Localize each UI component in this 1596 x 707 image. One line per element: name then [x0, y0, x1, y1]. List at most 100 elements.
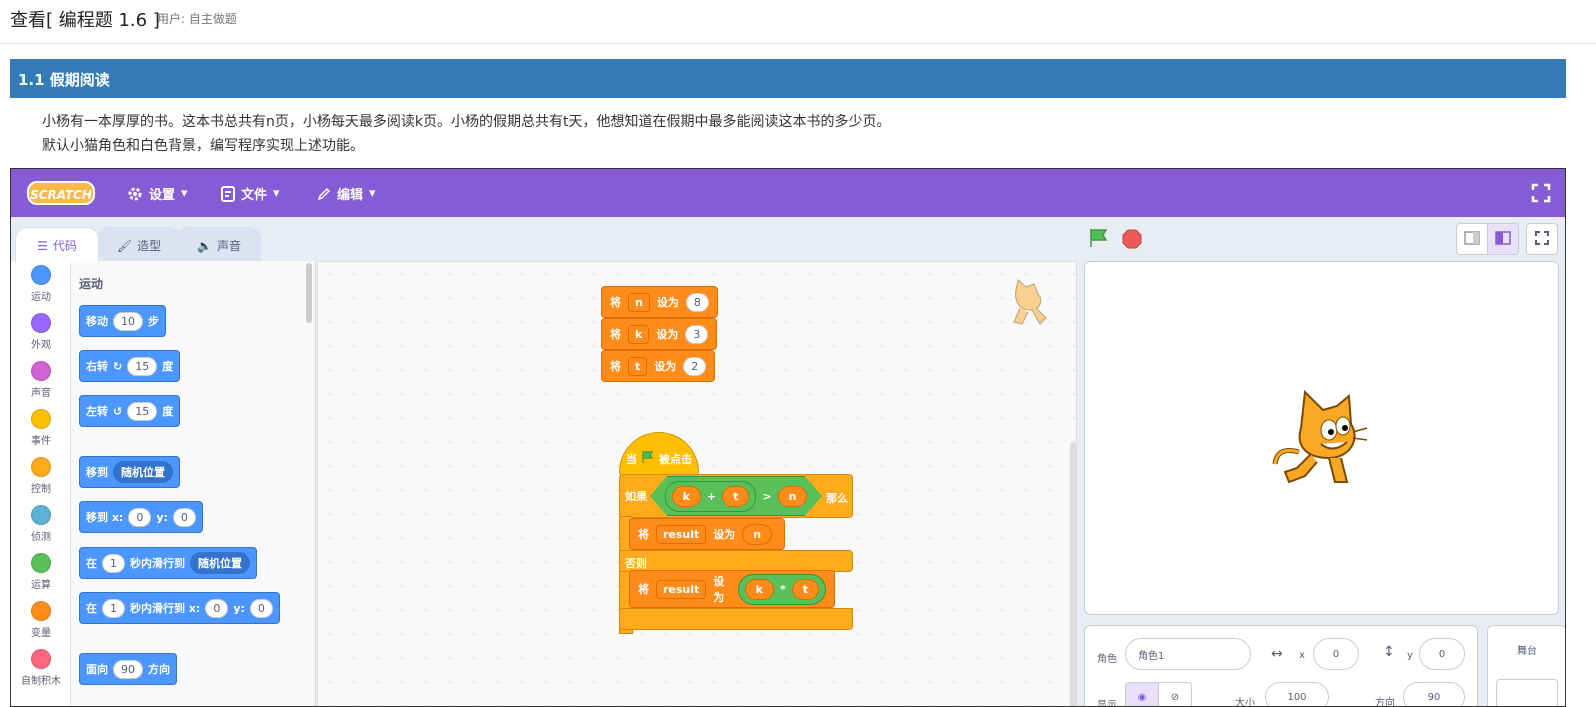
- category-label: 运算: [31, 580, 51, 591]
- flyout-heading: 运动: [79, 277, 104, 291]
- cat-sprite-icon[interactable]: [1271, 388, 1369, 488]
- pencil-icon: [317, 187, 331, 201]
- when-flag-clicked-block[interactable]: 当 被点击: [619, 432, 699, 476]
- section-title: 1.1 假期阅读: [10, 59, 1566, 98]
- fullscreen-stage-button[interactable]: [1526, 223, 1558, 255]
- greater-than-block[interactable]: k + t > n: [650, 476, 822, 516]
- move-block[interactable]: 移动 10 步: [79, 305, 166, 337]
- tab-code[interactable]: ☰ 代码: [15, 227, 99, 263]
- category-4[interactable]: 控制: [11, 457, 71, 495]
- category-8[interactable]: 自制积木: [11, 649, 71, 687]
- set-k-block[interactable]: 将 k 设为 3: [601, 318, 718, 350]
- stage-canvas[interactable]: [1084, 261, 1559, 615]
- category-6[interactable]: 运算: [11, 553, 71, 591]
- multiply-block[interactable]: k * t: [737, 573, 826, 605]
- direction-input[interactable]: 90: [1403, 682, 1465, 706]
- category-menu: 运动外观声音事件控制侦测运算变量自制积木: [11, 261, 71, 706]
- large-stage-icon: [1495, 230, 1511, 249]
- sprite-label: 角色: [1097, 654, 1117, 665]
- category-dot-icon: [31, 313, 51, 333]
- category-dot-icon: [31, 265, 51, 285]
- category-1[interactable]: 外观: [11, 313, 71, 351]
- category-label: 运动: [31, 292, 51, 303]
- size-label: 大小: [1235, 698, 1255, 707]
- set-t-block[interactable]: 将 t 设为 2: [601, 350, 716, 382]
- category-label: 侦测: [31, 532, 51, 543]
- large-stage-button[interactable]: [1487, 223, 1519, 255]
- category-label: 事件: [31, 436, 51, 447]
- category-0[interactable]: 运动: [11, 265, 71, 303]
- rotate-right-icon: ↻: [113, 359, 123, 373]
- add-block[interactable]: k + t: [664, 480, 757, 512]
- code-workspace[interactable]: 将 n 设为 8 将 k 设为 3 将 t 设为 2 当 被点击 如果 k + t > n 那么 将r…: [317, 261, 1077, 706]
- glide-block[interactable]: 在 1 秒内滑行到 随机位置: [79, 547, 257, 579]
- then-label: 那么: [826, 492, 848, 505]
- edit-menu[interactable]: 编辑 ▾: [317, 184, 376, 203]
- tab-costumes[interactable]: 🖌 造型: [97, 227, 181, 263]
- green-flag-icon[interactable]: [1088, 227, 1110, 253]
- show-label: 显示: [1097, 700, 1117, 707]
- y-input[interactable]: 0: [1419, 638, 1465, 670]
- category-label: 声音: [31, 388, 51, 399]
- set-result-kt-block[interactable]: 将 result 设为 k * t: [629, 570, 835, 608]
- workspace-scrollbar[interactable]: [1070, 442, 1076, 706]
- direction-label: 方向: [1375, 698, 1395, 707]
- scratch-editor: SCRATCH 设置 ▾ 文件 ▾ 编辑 ▾ 🔈 声音 🖌 造型 ☰ 代码 运动外观声…: [10, 168, 1566, 707]
- block-flyout: 运动 移动 10 步 右转 ↻ 15 度 左转 ↺ 15 度 移到 随机位置 移到 x: 0 y: 0 …: [71, 261, 316, 706]
- size-input[interactable]: 100: [1265, 682, 1329, 706]
- category-dot-icon: [31, 409, 51, 429]
- flyout-scrollbar[interactable]: [306, 263, 312, 323]
- if-else-bottom: [619, 608, 853, 630]
- x-label: x: [1299, 650, 1305, 661]
- sprite-thumbnail-icon: [1013, 279, 1047, 325]
- category-2[interactable]: 声音: [11, 361, 71, 399]
- point-direction-block[interactable]: 面向 90 方向: [79, 653, 177, 685]
- edit-label: 编辑: [337, 188, 364, 203]
- set-result-n-block[interactable]: 将 result 设为 n: [629, 518, 785, 550]
- menu-bar: SCRATCH 设置 ▾ 文件 ▾ 编辑 ▾: [11, 169, 1565, 217]
- sprite-name-input[interactable]: 角色1: [1125, 638, 1251, 670]
- file-menu[interactable]: 文件 ▾: [221, 184, 280, 203]
- goto-xy-block[interactable]: 移到 x: 0 y: 0: [79, 501, 203, 533]
- settings-menu[interactable]: 设置 ▾: [127, 184, 188, 203]
- fullscreen-icon[interactable]: [1531, 183, 1551, 203]
- goto-block[interactable]: 移到 随机位置: [79, 456, 180, 488]
- stage-header: [1086, 217, 1565, 261]
- category-dot-icon: [31, 553, 51, 573]
- turn-left-block[interactable]: 左转 ↺ 15 度: [79, 395, 181, 427]
- green-flag-icon: [641, 450, 655, 467]
- show-visible-button[interactable]: ◉: [1125, 682, 1159, 706]
- chevron-down-icon: ▾: [369, 186, 376, 201]
- category-dot-icon: [31, 361, 51, 381]
- stage-panel[interactable]: 舞台: [1487, 625, 1565, 706]
- category-dot-icon: [31, 649, 51, 669]
- category-label: 外观: [31, 340, 51, 351]
- category-dot-icon: [31, 505, 51, 525]
- x-input[interactable]: 0: [1313, 638, 1359, 670]
- category-3[interactable]: 事件: [11, 409, 71, 447]
- code-icon: ☰: [37, 238, 48, 253]
- small-stage-button[interactable]: [1456, 223, 1488, 255]
- tab-sounds[interactable]: 🔈 声音: [177, 227, 261, 263]
- glide-xy-block[interactable]: 在 1 秒内滑行到 x: 0 y: 0: [79, 592, 280, 624]
- category-5[interactable]: 侦测: [11, 505, 71, 543]
- show-hidden-button[interactable]: ⊘: [1158, 682, 1192, 706]
- file-label: 文件: [241, 188, 268, 203]
- else-label: 否则: [619, 550, 853, 572]
- category-label: 变量: [31, 628, 51, 639]
- stage-thumbnail[interactable]: [1496, 679, 1558, 706]
- set-n-block[interactable]: 将 n 设为 8: [601, 286, 718, 318]
- scratch-logo[interactable]: SCRATCH: [27, 181, 95, 205]
- gear-icon: [127, 186, 143, 202]
- problem-line-2: 默认小猫角色和白色背景，编写程序实现上述功能。: [42, 138, 364, 154]
- category-7[interactable]: 变量: [11, 601, 71, 639]
- stop-icon[interactable]: [1122, 229, 1142, 253]
- small-stage-icon: [1464, 230, 1480, 249]
- category-dot-icon: [31, 601, 51, 621]
- stage-label: 舞台: [1517, 646, 1537, 657]
- turn-right-block[interactable]: 右转 ↻ 15 度: [79, 350, 181, 382]
- brush-icon: 🖌: [116, 238, 133, 253]
- chevron-down-icon: ▾: [181, 186, 188, 201]
- file-icon: [221, 185, 235, 202]
- category-label: 自制积木: [21, 676, 61, 687]
